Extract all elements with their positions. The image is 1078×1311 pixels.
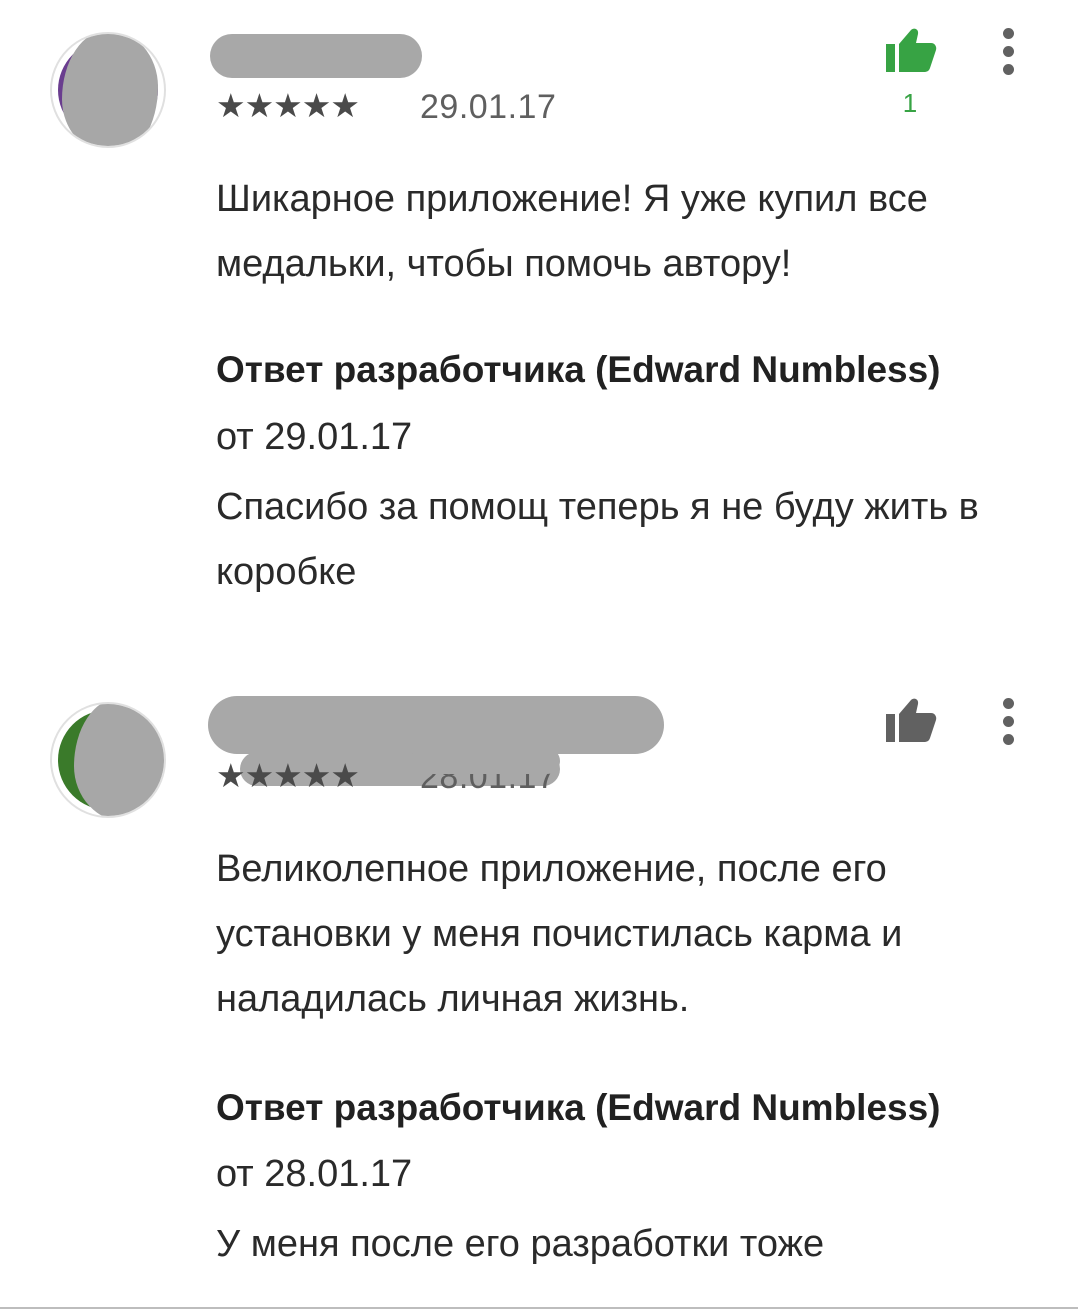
avatar[interactable] [50,702,166,818]
thumbs-up-icon[interactable] [884,696,938,744]
avatar-redaction [74,704,164,816]
review-text: Великолепное приложение, после его устан… [216,848,903,1020]
developer-reply-text: У меня после его разработки тоже [216,1223,825,1265]
date-redaction [410,748,560,774]
more-vert-icon[interactable] [996,698,1020,754]
developer-reply-title: Ответ разработчика (Edward Numbless) [216,1087,941,1128]
developer-reply-date: от 28.01.17 [216,1153,413,1195]
star-rating: ★★★★★ [216,757,360,794]
divider [0,1307,1078,1309]
review-card: Б ★★★★★ 28.01.17 Великолепное приложение… [0,0,1078,1300]
author-name-redaction [208,696,664,754]
